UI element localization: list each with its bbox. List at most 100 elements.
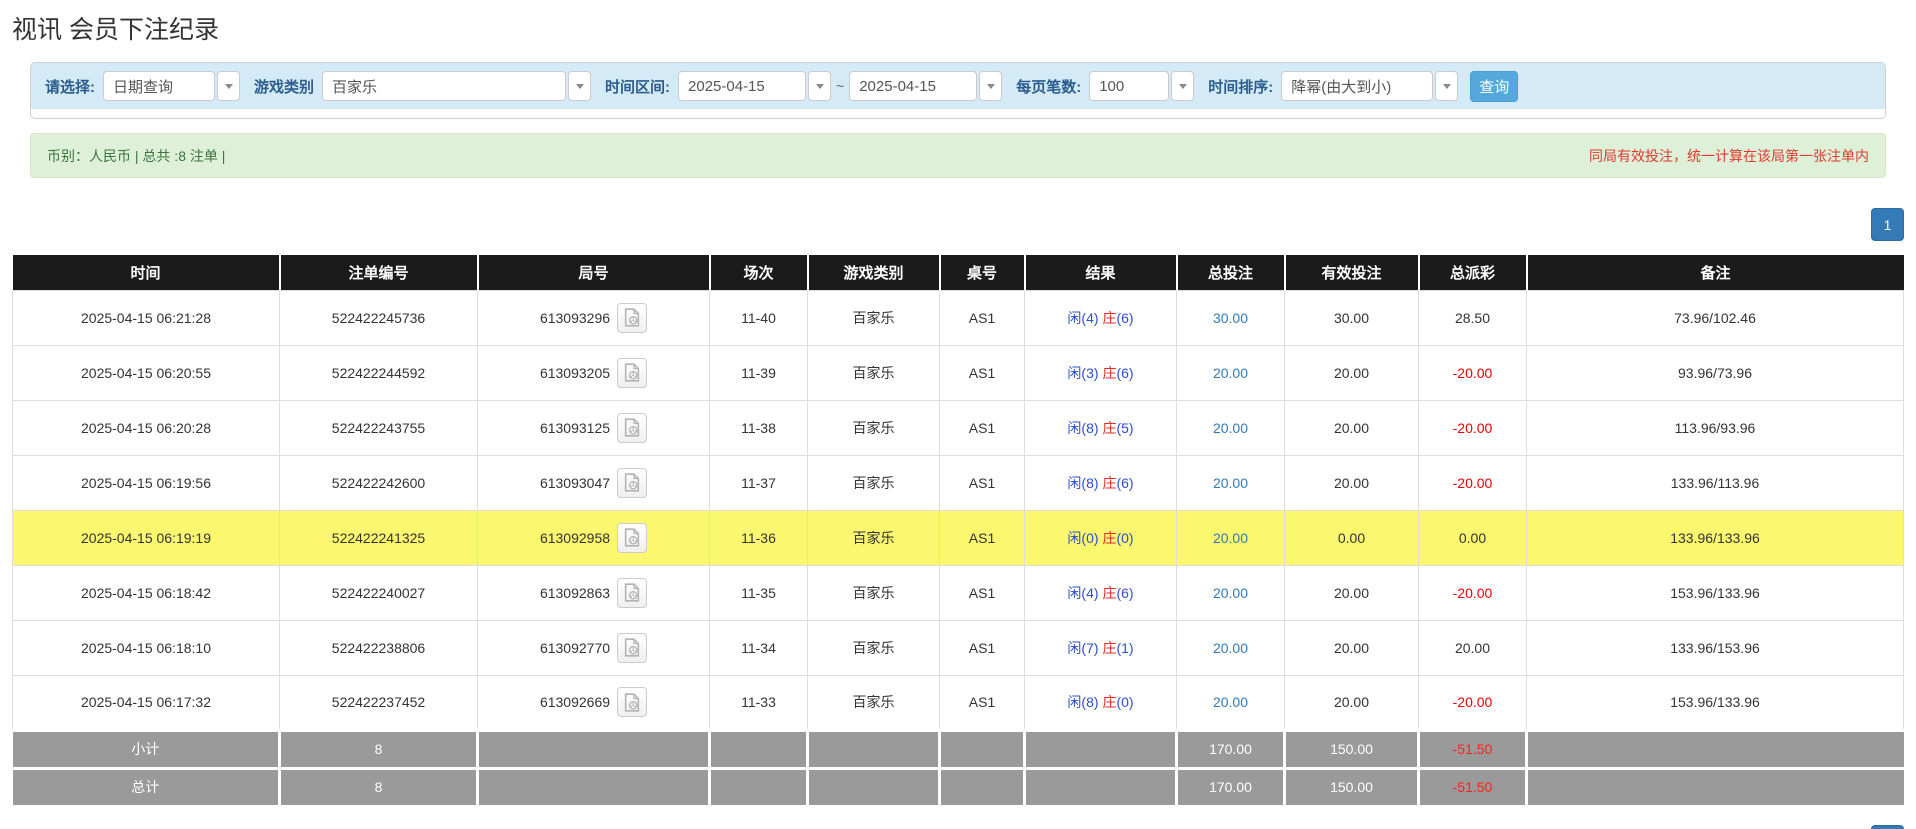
result-banker-points: (6) [1116,475,1133,491]
total-bet-link[interactable]: 20.00 [1213,694,1248,710]
total-bet-link[interactable]: 20.00 [1213,585,1248,601]
result-player: 闲 [1067,694,1081,710]
page-1-button[interactable]: 1 [1871,208,1904,241]
video-replay-icon [624,363,640,382]
video-replay-button[interactable] [617,687,647,717]
total-bet-link[interactable]: 30.00 [1213,310,1248,326]
col-header-valid-bet: 有效投注 [1285,255,1419,290]
chevron-down-icon[interactable] [1171,71,1194,101]
session-no: 11-36 [741,530,776,546]
total-bet-link[interactable]: 20.00 [1213,640,1248,656]
date-from-value[interactable]: 2025-04-15 [678,71,806,101]
round-id: 613092669 [540,694,610,710]
sort-order-value[interactable]: 降幂(由大到小) [1281,71,1433,101]
date-from-select[interactable]: 2025-04-15 [678,71,831,101]
valid-bet: 20.00 [1334,694,1369,710]
result-player-points: (8) [1081,694,1098,710]
page-title: 视讯 会员下注纪录 [12,10,1916,46]
game-type-select[interactable]: 百家乐 [322,71,591,101]
session-no: 11-40 [741,310,776,326]
bet-time: 2025-04-15 06:19:56 [81,475,211,491]
valid-bet: 0.00 [1338,530,1365,546]
result-banker: 庄 [1102,310,1116,326]
payout-value: 20.00 [1455,640,1490,656]
video-replay-icon [624,308,640,327]
round-id: 613093047 [540,475,610,491]
video-replay-icon [624,693,640,712]
table-row: 2025-04-15 06:18:10 522422238806 6130927… [13,620,1904,675]
table-row: 2025-04-15 06:20:55 522422244592 6130932… [13,345,1904,400]
date-to-select[interactable]: 2025-04-15 [849,71,1002,101]
note-value: 133.96/133.96 [1670,530,1760,546]
game-type-label: 游戏类别 [254,76,314,97]
search-button[interactable]: 查询 [1470,71,1518,102]
total-bet-link[interactable]: 20.00 [1213,530,1248,546]
result-player-points: (8) [1081,475,1098,491]
col-header-time: 时间 [13,255,280,290]
game-type-value[interactable]: 百家乐 [322,71,566,101]
table-no: AS1 [969,365,995,381]
chevron-down-icon[interactable] [1435,71,1458,101]
summary-bar: 币别：人民币 | 总共 :8 注单 | 同局有效投注，统一计算在该局第一张注单内 [30,133,1886,178]
bet-time: 2025-04-15 06:18:10 [81,640,211,656]
chevron-down-icon[interactable] [808,71,831,101]
video-replay-button[interactable] [617,303,647,333]
payout-value: 0.00 [1459,530,1486,546]
summary-payout: -51.50 [1453,741,1493,757]
result-player-points: (7) [1081,640,1098,656]
summary-payout: -51.50 [1453,779,1493,795]
date-to-value[interactable]: 2025-04-15 [849,71,977,101]
bet-id: 522422238806 [332,640,425,656]
query-type-value[interactable]: 日期查询 [103,71,215,101]
valid-bet-notice: 同局有效投注，统一计算在该局第一张注单内 [1589,146,1869,166]
result-banker-points: (1) [1116,640,1133,656]
valid-bet: 20.00 [1334,420,1369,436]
total-bet-link[interactable]: 20.00 [1213,420,1248,436]
col-header-payout: 总派彩 [1419,255,1527,290]
video-replay-button[interactable] [617,578,647,608]
result-banker: 庄 [1102,694,1116,710]
col-header-result: 结果 [1025,255,1177,290]
sort-order-select[interactable]: 降幂(由大到小) [1281,71,1458,101]
table-no: AS1 [969,310,995,326]
video-replay-button[interactable] [617,413,647,443]
total-bet-link[interactable]: 20.00 [1213,475,1248,491]
result-player: 闲 [1067,420,1081,436]
time-range-label: 时间区间: [605,76,670,97]
video-replay-button[interactable] [617,633,647,663]
page-size-value[interactable]: 100 [1089,71,1169,101]
summary-count: 8 [375,779,383,795]
session-no: 11-38 [741,420,776,436]
chevron-down-icon[interactable] [217,71,240,101]
video-replay-button[interactable] [617,468,647,498]
video-replay-button[interactable] [617,358,647,388]
page-1-button[interactable]: 1 [1871,825,1904,829]
result-banker: 庄 [1102,475,1116,491]
valid-bet: 20.00 [1334,640,1369,656]
summary-valid-bet: 150.00 [1330,741,1373,757]
bet-time: 2025-04-15 06:19:19 [81,530,211,546]
game-type: 百家乐 [853,640,895,656]
page-size-select[interactable]: 100 [1089,71,1194,101]
query-type-select[interactable]: 日期查询 [103,71,240,101]
result-player-points: (3) [1081,365,1098,381]
result-player-points: (4) [1081,310,1098,326]
chevron-down-icon[interactable] [568,71,591,101]
chevron-down-icon[interactable] [979,71,1002,101]
bet-id: 522422242600 [332,475,425,491]
game-type: 百家乐 [853,585,895,601]
result-player-points: (4) [1081,585,1098,601]
total-bet-link[interactable]: 20.00 [1213,365,1248,381]
table-row: 2025-04-15 06:18:42 522422240027 6130928… [13,565,1904,620]
video-replay-button[interactable] [617,523,647,553]
bet-id: 522422244592 [332,365,425,381]
bet-time: 2025-04-15 06:18:42 [81,585,211,601]
valid-bet: 20.00 [1334,475,1369,491]
summary-total-bet: 170.00 [1209,741,1252,757]
game-type: 百家乐 [853,475,895,491]
note-value: 133.96/113.96 [1671,475,1760,491]
note-value: 153.96/133.96 [1670,694,1760,710]
bet-id: 522422243755 [332,420,425,436]
table-no: AS1 [969,640,995,656]
result-banker-points: (6) [1116,585,1133,601]
